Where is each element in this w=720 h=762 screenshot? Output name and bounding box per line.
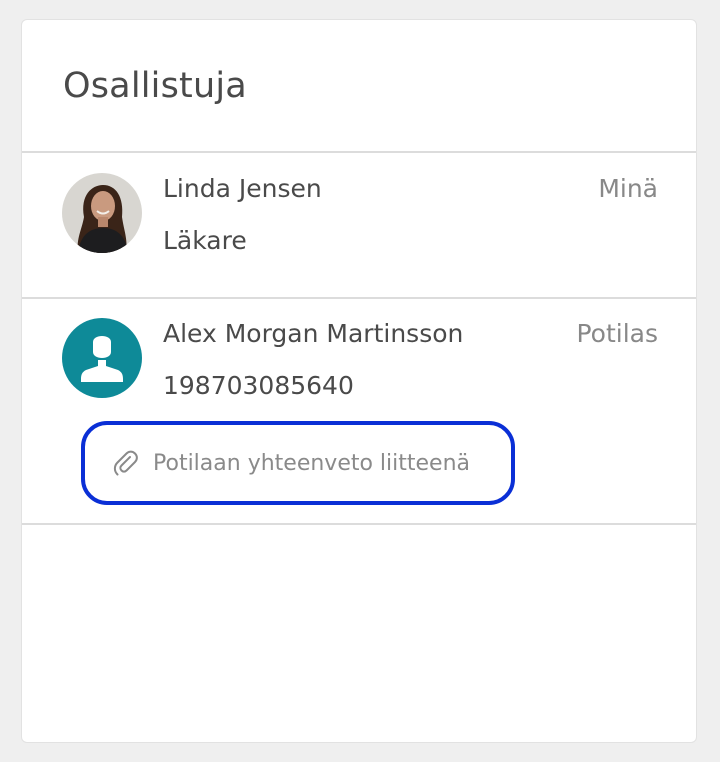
participant-role: Potilas xyxy=(576,319,658,348)
avatar xyxy=(62,318,142,398)
avatar xyxy=(62,173,142,253)
paperclip-icon xyxy=(111,448,141,478)
participant-row[interactable]: Linda Jensen Läkare Minä xyxy=(22,153,696,299)
attachment-label: Potilaan yhteenveto liitteenä xyxy=(153,450,471,476)
panel-title: Osallistuja xyxy=(63,66,247,106)
panel-header: Osallistuja xyxy=(22,20,696,153)
participant-id: 198703085640 xyxy=(163,371,354,400)
participant-name: Linda Jensen xyxy=(163,174,322,203)
participant-title: Läkare xyxy=(163,226,247,255)
participant-name: Alex Morgan Martinsson xyxy=(163,319,464,348)
attachment-link[interactable]: Potilaan yhteenveto liitteenä xyxy=(81,421,515,505)
participant-role: Minä xyxy=(598,174,658,203)
participants-panel: Osallistuja Linda Jensen Läkare Minä Ale… xyxy=(21,19,697,743)
profile-photo xyxy=(62,173,142,253)
participant-row[interactable]: Alex Morgan Martinsson 198703085640 Poti… xyxy=(22,299,696,525)
person-placeholder-icon xyxy=(62,318,142,398)
